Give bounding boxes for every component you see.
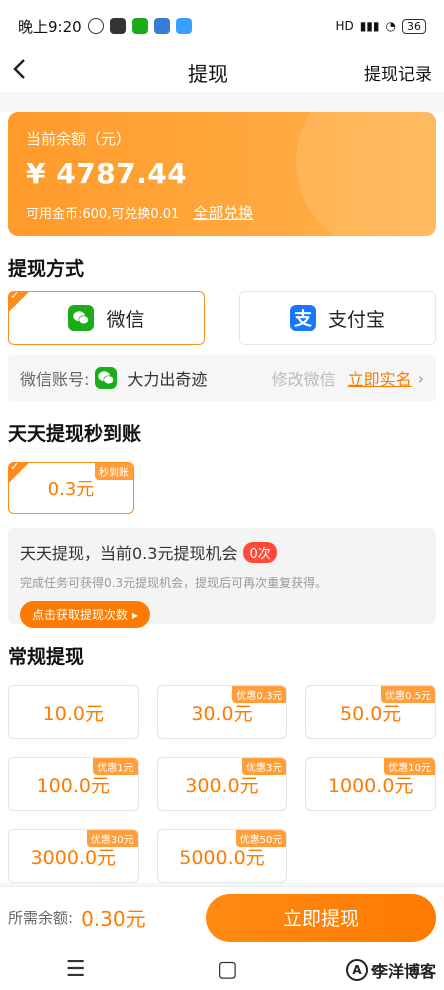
discount-tag: 优惠1元 — [93, 758, 138, 775]
discount-tag: 优惠10元 — [384, 758, 435, 775]
instant-tag: 秒到账 — [95, 463, 133, 480]
amount-option[interactable]: 50.0元 优惠0.5元 — [305, 685, 436, 739]
account-label: 微信账号: — [20, 370, 90, 389]
main-content: 当前余额（元） ¥ 4787.44 可用金币:600,可兑换0.01 全部兑换 … — [0, 112, 444, 883]
balance-card: 当前余额（元） ¥ 4787.44 可用金币:600,可兑换0.01 全部兑换 — [8, 112, 436, 236]
battery-icon: 36 — [402, 18, 426, 34]
daily-info-line1: 天天提现，当前0.3元提现机会 0次 — [20, 540, 424, 564]
method-wechat[interactable]: 微信 — [8, 289, 205, 345]
regular-grid: 10.0元 30.0元 优惠0.3元 50.0元 优惠0.5元 100.0元 优… — [0, 685, 444, 883]
back-arrow-icon — [13, 59, 25, 79]
back-button[interactable] — [12, 57, 52, 87]
home-icon[interactable]: ▢ — [217, 957, 238, 982]
watermark-logo-icon: A — [345, 959, 368, 981]
amount-option[interactable]: 100.0元 优惠1元 — [8, 757, 139, 811]
wechat-notif-icon — [131, 18, 148, 34]
get-count-button[interactable]: 点击获取提现次数 ▸ — [20, 601, 150, 628]
status-left: 晚上9:20 — [18, 16, 192, 37]
network-type: HD — [335, 19, 354, 33]
daily-info-line2: 完成任务可获得0.3元提现机会，提现后可再次重复获得。 — [20, 576, 328, 590]
alipay-icon: 支 — [289, 305, 316, 331]
selected-check-icon — [8, 460, 30, 484]
chevron-right-icon: › — [417, 368, 424, 388]
account-row: 微信账号: 大力出奇迹 修改微信 立即实名 › — [8, 355, 436, 401]
discount-tag: 优惠3元 — [241, 758, 287, 775]
cloud-icon — [175, 18, 192, 34]
status-right: HD ▮▮▮ ◔ 36 — [335, 18, 426, 34]
method-alipay[interactable]: 支 支付宝 — [239, 291, 436, 345]
exchange-all-link[interactable]: 全部兑换 — [193, 202, 253, 223]
withdraw-records-link[interactable]: 提现记录 — [364, 60, 432, 85]
balance-label: 当前余额（元） — [26, 130, 132, 148]
coin-text: 可用金币:600,可兑换0.01 — [26, 207, 180, 222]
alarm-icon — [87, 18, 104, 34]
modify-wechat-link[interactable]: 修改微信 — [272, 366, 336, 390]
menu-icon[interactable]: ☰ — [66, 957, 86, 982]
daily-info-box: 天天提现，当前0.3元提现机会 0次 完成任务可获得0.3元提现机会，提现后可再… — [8, 528, 436, 628]
amount-option[interactable]: 1000.0元 优惠10元 — [305, 757, 436, 811]
bottom-bar: 所需余额: 0.30元 立即提现 — [0, 886, 444, 948]
amount-option[interactable]: 30.0元 优惠0.3元 — [156, 685, 288, 739]
method-options: 微信 支 支付宝 — [0, 289, 444, 345]
status-bar: 晚上9:20 HD ▮▮▮ ◔ 36 — [0, 0, 444, 52]
amount-option[interactable]: 300.0元 优惠3元 — [156, 757, 288, 811]
daily-amount: 0.3元 — [47, 479, 95, 500]
nav-bar: 提现 提现记录 — [0, 52, 444, 92]
account-name: 大力出奇迹 — [127, 370, 208, 389]
discount-tag: 优惠50元 — [235, 830, 287, 847]
withdraw-now-button[interactable]: 立即提现 — [206, 893, 436, 942]
method-wechat-label: 微信 — [106, 308, 145, 331]
required-balance-amount: 0.30元 — [81, 907, 146, 931]
status-time: 晚上9:20 — [18, 17, 82, 36]
wechat-small-icon — [95, 367, 118, 389]
method-alipay-label: 支付宝 — [327, 308, 385, 331]
nfc-icon — [109, 18, 126, 34]
discount-tag: 优惠0.5元 — [381, 686, 435, 703]
signal-icon: ▮▮▮ — [359, 19, 380, 33]
amount-option[interactable]: 10.0元 — [8, 685, 139, 739]
method-section-title: 提现方式 — [8, 258, 85, 280]
page-title: 提现 — [188, 61, 228, 86]
app-notif-icon — [153, 18, 170, 34]
daily-section-title: 天天提现秒到账 — [8, 423, 142, 445]
wifi-icon: ◔ — [385, 19, 396, 33]
wechat-icon — [68, 305, 95, 331]
discount-tag: 优惠30元 — [86, 830, 138, 847]
discount-tag: 优惠0.3元 — [232, 686, 287, 703]
coin-info: 可用金币:600,可兑换0.01 全部兑换 — [26, 202, 418, 223]
daily-info-text: 天天提现，当前0.3元提现机会 — [20, 544, 238, 563]
watermark: A 李洋博客 — [345, 958, 436, 982]
amount-value: 10.0元 — [42, 702, 104, 725]
watermark-text: 李洋博客 — [371, 962, 436, 981]
regular-section-title: 常规提现 — [8, 646, 85, 668]
amount-option[interactable]: 5000.0元 优惠50元 — [156, 829, 288, 883]
count-badge: 0次 — [243, 541, 277, 563]
selected-check-icon — [8, 289, 30, 313]
realname-link[interactable]: 立即实名 — [348, 366, 412, 390]
balance-amount: ¥ 4787.44 — [26, 157, 188, 190]
daily-option[interactable]: 0.3元 秒到账 — [8, 460, 134, 514]
amount-option[interactable]: 3000.0元 优惠30元 — [8, 829, 139, 883]
required-balance-label: 所需余额: — [8, 909, 74, 927]
